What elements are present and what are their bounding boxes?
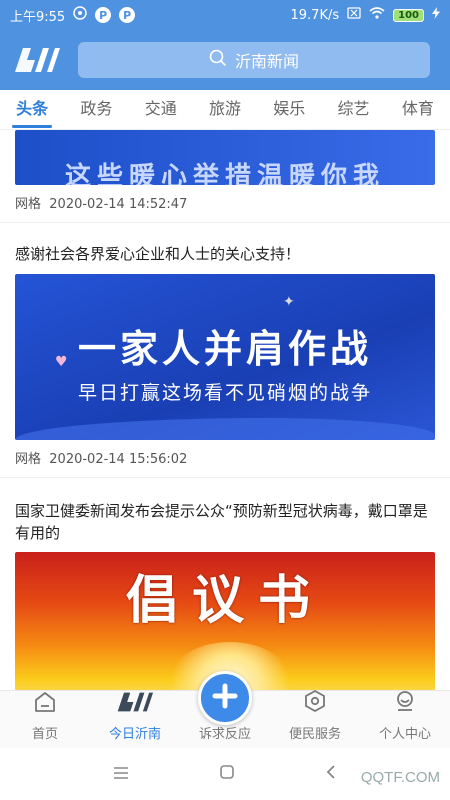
logo-icon [116,691,154,717]
battery-indicator: 100 [393,8,424,22]
banner-text: 倡议书 [125,571,324,631]
nav-appeal-label: 诉求反应 [198,727,251,742]
tab-variety[interactable]: 综艺 [321,90,385,130]
plus-icon [212,683,238,713]
article-source: 网格 [15,452,42,467]
nav-home[interactable]: 首页 [0,691,90,748]
article-time: 2020-02-14 14:52:47 [49,197,188,212]
news-article[interactable]: 感谢社会各界爱心企业和人士的关心支持！ ♥ ✦ 一家人并肩作战 早日打赢这场看不… [0,223,450,478]
bottom-nav: 首页 今日沂南 诉求反应 便民服务 个人中心 [0,671,450,748]
nav-profile-label: 个人中心 [378,727,431,742]
article-banner-image[interactable]: 这些暖心举措温暖你我 [15,130,435,185]
banner-text: 一家人并肩作战 [77,327,372,371]
article-title[interactable]: 国家卫健委新闻发布会提示公众“预防新型冠状病毒，戴口罩是有用的 [15,500,435,544]
watermark: QQTF.COM [360,769,440,786]
article-time: 2020-02-14 15:56:02 [49,452,188,467]
home-icon [33,691,57,717]
app-header: 沂南新闻 [0,30,450,90]
nav-profile[interactable]: 个人中心 [360,691,450,748]
sim-off-icon [347,7,361,23]
plus-button[interactable] [198,671,252,725]
sparkle-decoration-icon: ✦ [283,294,295,310]
article-meta: 网格 2020-02-14 15:56:02 [15,440,435,477]
news-feed[interactable]: 这些暖心举措温暖你我 网格 2020-02-14 14:52:47 感谢社会各界… [0,130,450,690]
system-nav-bar: QQTF.COM [0,748,450,800]
app-notification-icon-2: P [119,7,136,23]
search-text: 沂南新闻 [234,52,299,71]
banner-subtext: 早日打赢这场看不见硝烟的战争 [77,382,372,404]
charging-icon [432,7,440,23]
nav-home-label: 首页 [31,727,58,742]
status-bar: 上午9:55 P P 19.7K/s 100 [0,0,450,30]
news-article[interactable]: 这些暖心举措温暖你我 网格 2020-02-14 14:52:47 [0,130,450,223]
nav-today-label: 今日沂南 [108,727,161,742]
article-banner-image[interactable]: ♥ ✦ 一家人并肩作战 早日打赢这场看不见硝烟的战争 [15,274,435,440]
tab-entertainment[interactable]: 娱乐 [257,90,321,130]
hexagon-icon [303,689,327,717]
network-speed: 19.7K/s [290,7,340,23]
search-bar[interactable]: 沂南新闻 [78,42,430,78]
article-meta: 网格 2020-02-14 14:52:47 [15,185,435,222]
nav-appeal[interactable]: 诉求反应 [180,671,270,748]
hotspot-icon [73,6,87,24]
article-title[interactable]: 感谢社会各界爱心企业和人士的关心支持！ [15,243,435,265]
app-logo-icon[interactable] [12,44,62,76]
banner-text: 这些暖心举措温暖你我 [64,162,385,185]
tab-sports[interactable]: 体育 [386,90,450,130]
back-icon[interactable] [325,764,337,784]
article-banner-image[interactable]: 倡议书 [15,552,435,690]
tab-headline[interactable]: 头条 [0,90,64,130]
status-time: 上午9:55 [10,9,66,25]
article-source: 网格 [15,197,42,212]
wifi-icon [369,7,385,23]
tab-traffic[interactable]: 交通 [129,90,193,130]
app-notification-icon: P [95,7,112,23]
tab-travel[interactable]: 旅游 [193,90,257,130]
home-square-icon[interactable] [219,764,235,784]
search-icon [209,49,227,71]
nav-services[interactable]: 便民服务 [270,689,360,748]
news-article[interactable]: 国家卫健委新闻发布会提示公众“预防新型冠状病毒，戴口罩是有用的 倡议书 [0,478,450,690]
banner-wave [15,418,435,440]
menu-icon[interactable] [113,765,129,784]
tab-government[interactable]: 政务 [64,90,128,130]
user-icon [393,689,417,717]
category-tabs: 头条 政务 交通 旅游 娱乐 综艺 体育 [0,90,450,130]
nav-services-label: 便民服务 [288,727,341,742]
nav-today-yinan[interactable]: 今日沂南 [90,691,180,748]
